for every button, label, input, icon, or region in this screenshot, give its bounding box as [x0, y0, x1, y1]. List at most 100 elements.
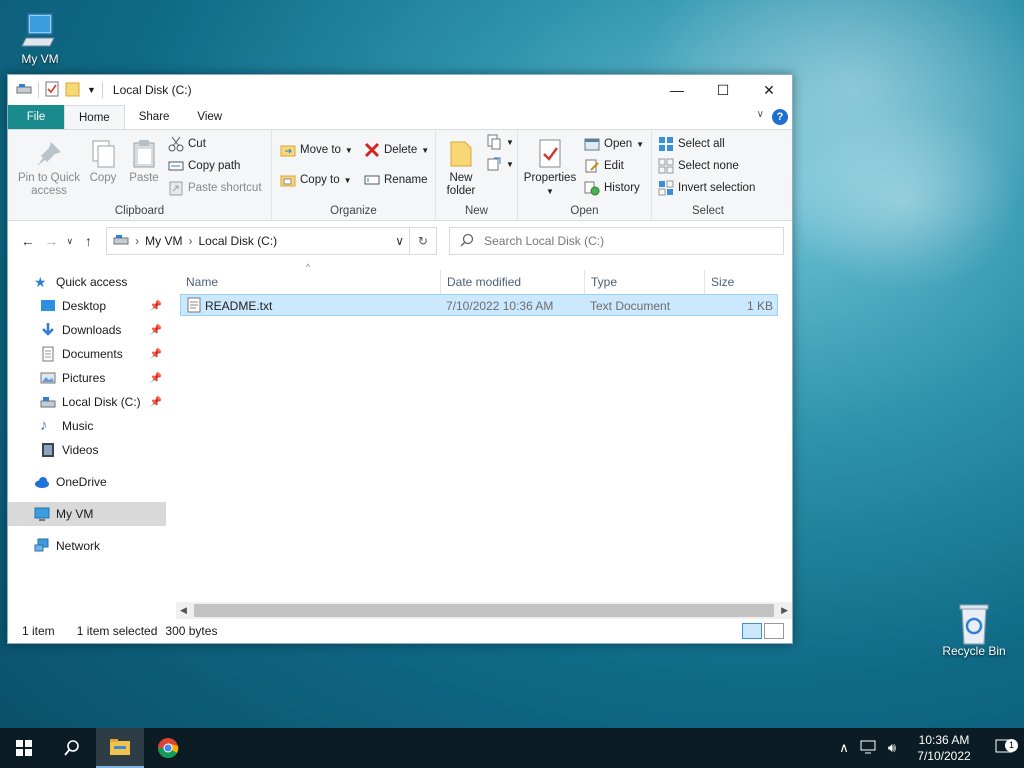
select-all-button[interactable]: Select all [658, 136, 725, 152]
easy-access-button[interactable]: ▼ [486, 156, 514, 172]
pin-icon[interactable]: 📌 [150, 373, 162, 384]
back-button[interactable]: ← [16, 233, 39, 249]
nav-my-vm[interactable]: My VM [8, 502, 166, 526]
tab-view[interactable]: View [183, 105, 236, 129]
desktop-icon-my-vm[interactable]: My VM [2, 10, 78, 66]
properties-button[interactable]: Properties ▼ [522, 138, 578, 198]
minimize-button[interactable]: — [654, 75, 700, 105]
search-box[interactable]: Search Local Disk (C:) [449, 227, 784, 255]
copy-to-button[interactable]: Copy to ▼ [280, 172, 352, 188]
pin-icon[interactable]: 📌 [150, 349, 162, 360]
item-count: 1 item [22, 624, 55, 638]
clipboard-icon [128, 138, 160, 170]
forward-button[interactable]: → [39, 233, 62, 249]
chevron-down-icon[interactable]: ∨ [757, 109, 764, 120]
horizontal-scrollbar[interactable]: ◀ ▶ [176, 602, 792, 619]
pin-icon[interactable]: 📌 [150, 325, 162, 336]
network-status-icon[interactable] [856, 740, 880, 757]
group-label: New [464, 205, 488, 217]
breadcrumb-my-vm[interactable]: My VM [145, 234, 182, 248]
tab-home[interactable]: Home [64, 105, 125, 129]
scrollbar-thumb[interactable] [194, 604, 774, 617]
edit-button[interactable]: Edit [584, 158, 624, 174]
invert-selection-button[interactable]: Invert selection [658, 180, 755, 196]
properties-icon[interactable] [45, 81, 59, 100]
folder-icon [445, 138, 477, 170]
large-icons-view-icon[interactable] [764, 623, 784, 639]
nav-music[interactable]: ♪ Music [8, 414, 166, 438]
nav-onedrive[interactable]: OneDrive [8, 470, 166, 494]
pin-icon[interactable]: 📌 [150, 301, 162, 312]
search-button[interactable] [48, 728, 96, 768]
details-view-icon[interactable] [742, 623, 762, 639]
column-header-type[interactable]: Type [584, 270, 704, 294]
new-folder-icon[interactable] [65, 81, 81, 100]
open-button[interactable]: Open ▼ [584, 136, 644, 152]
navigation-bar: ← → ∨ ↑ › My VM › Local Disk (C:) ∨ ↻ Se… [8, 221, 792, 261]
column-header-name[interactable]: Name [180, 270, 440, 294]
column-header-size[interactable]: Size [704, 270, 778, 294]
start-button[interactable] [0, 728, 48, 768]
paste-shortcut-button[interactable]: Paste shortcut [168, 180, 262, 196]
tab-share[interactable]: Share [125, 105, 184, 129]
pin-to-quick-access-button[interactable]: Pin to Quick access [12, 138, 86, 198]
nav-desktop[interactable]: Desktop 📌 [8, 294, 166, 318]
chevron-down-icon: ▼ [421, 145, 430, 155]
system-tray: ∧ 🔊︎ 10:36 AM 7/10/2022 1 [832, 728, 1024, 768]
new-item-button[interactable]: ▼ [486, 134, 514, 150]
help-button[interactable]: ? [772, 109, 788, 125]
close-button[interactable]: ✕ [746, 75, 792, 105]
paste-button[interactable]: Paste [126, 138, 162, 185]
nav-network[interactable]: Network [8, 534, 166, 558]
selected-count: 1 item selected [76, 624, 158, 638]
notification-button[interactable]: 1 [984, 738, 1024, 758]
nav-videos[interactable]: Videos [8, 438, 166, 462]
nav-quick-access[interactable]: ★ Quick access [8, 270, 166, 294]
chevron-down-icon[interactable]: ∨ [391, 234, 409, 248]
file-type: Text Document [590, 299, 671, 313]
up-button[interactable]: ↑ [77, 233, 100, 249]
new-folder-button[interactable]: New folder [440, 138, 482, 198]
tab-file[interactable]: File [8, 105, 64, 129]
clock-time: 10:36 AM [918, 733, 970, 747]
file-explorer-window: ▼ Local Disk (C:) — ☐ ✕ File Home Share … [7, 74, 793, 644]
history-button[interactable]: History [584, 180, 640, 196]
breadcrumb-local-disk[interactable]: Local Disk (C:) [199, 234, 278, 248]
rename-button[interactable]: Rename [364, 172, 427, 188]
refresh-button[interactable]: ↻ [409, 227, 438, 255]
copy-to-icon [280, 172, 296, 188]
desktop-icon-recycle-bin[interactable]: Recycle Bin [936, 602, 1012, 658]
nav-documents[interactable]: Documents 📌 [8, 342, 166, 366]
cut-button[interactable]: Cut [168, 136, 206, 152]
delete-button[interactable]: Delete ▼ [364, 142, 429, 158]
chevron-up-icon[interactable]: ∧ [832, 740, 856, 756]
scroll-right-icon[interactable]: ▶ [781, 605, 788, 616]
nav-downloads[interactable]: Downloads 📌 [8, 318, 166, 342]
copy-path-button[interactable]: Copy path [168, 158, 240, 174]
move-to-button[interactable]: Move to ▼ [280, 142, 353, 158]
nav-local-disk[interactable]: Local Disk (C:) 📌 [8, 390, 166, 414]
column-header-date-modified[interactable]: Date modified [440, 270, 584, 294]
recycle-bin-icon [954, 602, 994, 645]
pin-icon[interactable]: 📌 [150, 397, 162, 408]
group-clipboard: Pin to Quick access Copy Paste Cut Copy … [8, 130, 272, 220]
chevron-down-icon[interactable]: ▼ [87, 85, 96, 95]
volume-icon[interactable]: 🔊︎ [880, 740, 904, 756]
maximize-button[interactable]: ☐ [700, 75, 746, 105]
address-bar[interactable]: › My VM › Local Disk (C:) ∨ [106, 227, 410, 255]
clock[interactable]: 10:36 AM 7/10/2022 [904, 732, 984, 764]
text-file-icon [187, 297, 201, 316]
recent-locations-button[interactable]: ∨ [63, 236, 77, 247]
taskbar-chrome[interactable] [144, 728, 192, 768]
copy-button[interactable]: Copy [86, 138, 120, 185]
scroll-left-icon[interactable]: ◀ [180, 605, 187, 616]
group-organize: Move to ▼ Copy to ▼ Delete ▼ Rename Orga… [272, 130, 436, 220]
select-none-button[interactable]: Select none [658, 158, 739, 174]
file-row[interactable]: README.txt 7/10/2022 10:36 AM Text Docum… [180, 294, 778, 316]
content-area: ★ Quick access Desktop 📌 Downloads 📌 Doc… [8, 262, 792, 619]
document-icon [40, 346, 56, 362]
title-bar[interactable]: ▼ Local Disk (C:) — ☐ ✕ [8, 75, 792, 105]
taskbar-file-explorer[interactable] [96, 728, 144, 768]
nav-pictures[interactable]: Pictures 📌 [8, 366, 166, 390]
search-icon [64, 740, 79, 756]
